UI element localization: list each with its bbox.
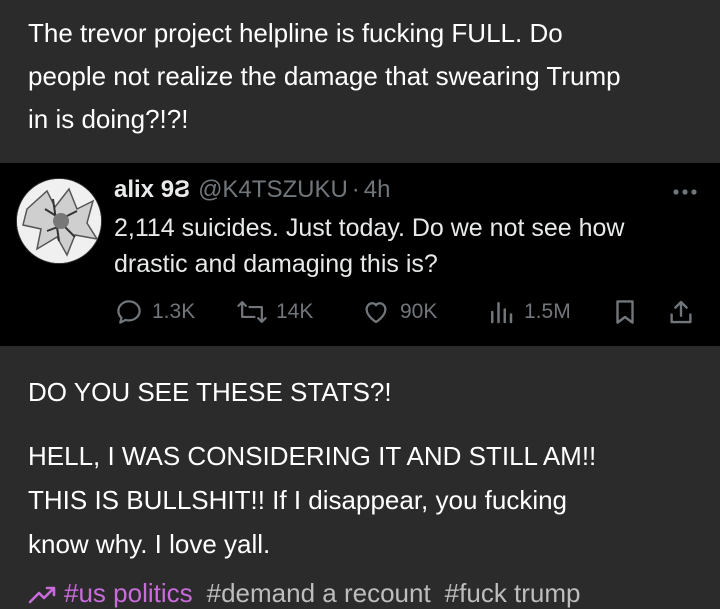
heart-icon	[365, 302, 387, 324]
tweet-header: alix 9Ϩ @K4TSZUKU · 4h	[114, 174, 390, 206]
share-button[interactable]	[666, 292, 696, 332]
bookmark-button[interactable]	[610, 292, 640, 332]
tweet-body: 2,114 suicides. Just today. Do we not se…	[114, 210, 704, 282]
tag-list: #us politics #demand a recount #fuck trump	[28, 578, 720, 609]
share-icon	[670, 300, 692, 324]
tweet-author-handle[interactable]: @K4TSZUKU	[198, 176, 348, 204]
comment-line: DO YOU SEE THESE STATS?!	[28, 377, 392, 407]
retweet-count: 14K	[276, 300, 314, 323]
reply-count: 1.3K	[152, 300, 196, 323]
post-text-line: The trevor project helpline is fucking F…	[28, 18, 563, 48]
avatar[interactable]	[16, 178, 102, 264]
reply-button[interactable]: 1.3K	[114, 292, 195, 332]
post-comment-text: DO YOU SEE THESE STATS?! HELL, I WAS CON…	[28, 370, 708, 566]
tweet-separator: ·	[351, 176, 360, 203]
tweet-actions: 1.3K 14K 90K 1.5M	[114, 292, 704, 332]
post-text-line: in is doing?!?!	[28, 104, 189, 134]
comment-line: know why. I love yall.	[28, 529, 271, 559]
more-icon[interactable]	[672, 176, 698, 202]
comment-line: THIS IS BULLSHIT!! If I disappear, you f…	[28, 485, 568, 515]
tweet-body-line: drastic and damaging this is?	[114, 250, 438, 278]
views-count: 1.5M	[524, 300, 571, 323]
views-button[interactable]: 1.5M	[486, 292, 571, 332]
reply-icon	[117, 300, 141, 324]
views-icon	[491, 302, 513, 324]
retweet-button[interactable]: 14K	[236, 292, 313, 332]
retweet-icon	[237, 301, 267, 323]
post-text: The trevor project helpline is fucking F…	[28, 12, 708, 141]
trending-icon	[28, 586, 56, 604]
tweet-body-line: 2,114 suicides. Just today. Do we not se…	[114, 214, 625, 242]
like-button[interactable]: 90K	[360, 292, 437, 332]
avatar-image	[17, 179, 101, 263]
bookmark-icon	[616, 300, 634, 324]
comment-line: HELL, I WAS CONSIDERING IT AND STILL AM!…	[28, 441, 597, 471]
tweet-timestamp[interactable]: 4h	[364, 176, 391, 204]
tweet-author-name[interactable]: alix 9Ϩ	[114, 176, 190, 204]
post-text-line: people not realize the damage that swear…	[28, 61, 621, 91]
like-count: 90K	[400, 300, 438, 323]
